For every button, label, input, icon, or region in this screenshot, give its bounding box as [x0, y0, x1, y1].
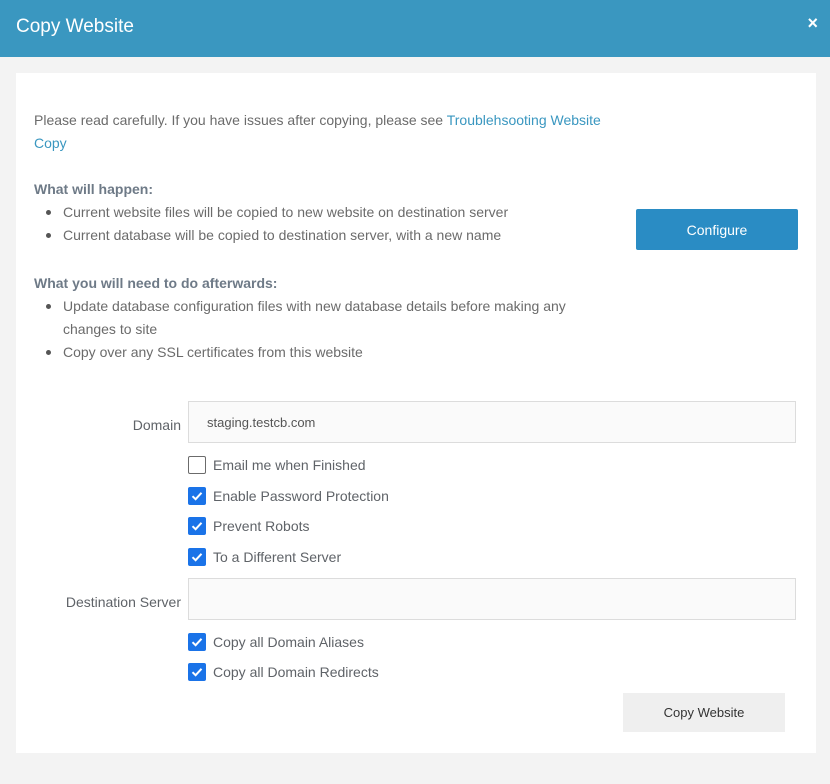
checkbox-label[interactable]: Copy all Domain Redirects [213, 664, 379, 680]
checkbox-different-server[interactable]: To a Different Server [188, 547, 341, 567]
dialog-header: Copy Website × [0, 0, 830, 57]
list-item: Update database configuration files with… [46, 295, 603, 341]
what-will-happen-list: Current website files will be copied to … [46, 201, 603, 247]
afterwards-title: What you will need to do afterwards: [34, 275, 278, 291]
checkbox-checked-icon[interactable] [188, 517, 206, 535]
configure-button[interactable]: Configure [636, 209, 798, 250]
destination-server-input[interactable] [188, 578, 796, 620]
intro-text: Please read carefully. If you have issue… [34, 109, 634, 155]
list-item: Current website files will be copied to … [46, 201, 603, 224]
checkbox-label[interactable]: Email me when Finished [213, 457, 366, 473]
what-will-happen-title: What will happen: [34, 181, 153, 197]
afterwards-list: Update database configuration files with… [46, 295, 603, 364]
checkbox-domain-redirects[interactable]: Copy all Domain Redirects [188, 662, 379, 682]
dialog-title: Copy Website [16, 16, 134, 37]
checkbox-password-protection[interactable]: Enable Password Protection [188, 486, 389, 506]
checkbox-label[interactable]: Copy all Domain Aliases [213, 634, 364, 650]
checkbox-label[interactable]: Prevent Robots [213, 518, 310, 534]
list-item: Copy over any SSL certificates from this… [46, 341, 603, 364]
checkbox-domain-aliases[interactable]: Copy all Domain Aliases [188, 632, 364, 652]
checkbox-checked-icon[interactable] [188, 548, 206, 566]
checkbox-checked-icon[interactable] [188, 663, 206, 681]
list-item: Current database will be copied to desti… [46, 224, 603, 247]
checkbox-checked-icon[interactable] [188, 633, 206, 651]
checkbox-checked-icon[interactable] [188, 487, 206, 505]
intro-message: Please read carefully. If you have issue… [34, 112, 447, 128]
domain-label: Domain [132, 417, 181, 433]
checkbox-prevent-robots[interactable]: Prevent Robots [188, 516, 310, 536]
destination-server-label: Destination Server [65, 594, 181, 610]
checkbox-email-finished[interactable]: Email me when Finished [188, 455, 366, 475]
dialog-body: Please read carefully. If you have issue… [16, 73, 816, 753]
checkbox-label[interactable]: Enable Password Protection [213, 488, 389, 504]
copy-website-button[interactable]: Copy Website [623, 693, 785, 732]
checkbox-label[interactable]: To a Different Server [213, 549, 341, 565]
close-icon[interactable]: × [807, 13, 818, 33]
domain-input[interactable] [188, 401, 796, 443]
checkbox-icon[interactable] [188, 456, 206, 474]
